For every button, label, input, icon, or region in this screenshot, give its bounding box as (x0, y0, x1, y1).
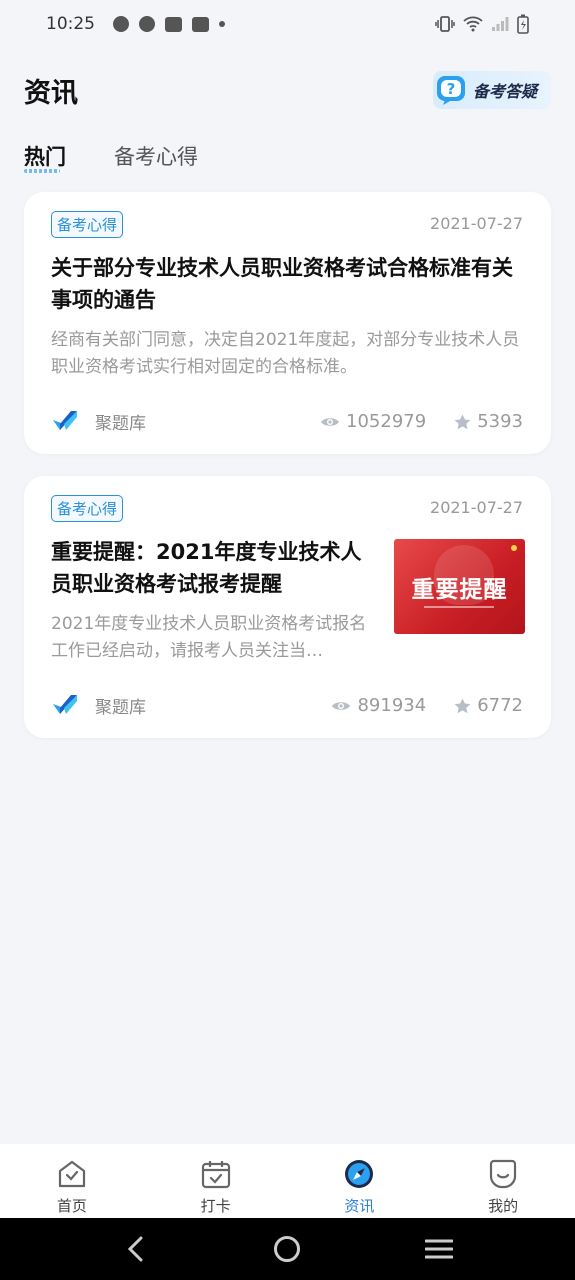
notification-app-icon (113, 16, 129, 32)
star-icon (454, 698, 471, 713)
nav-home[interactable]: 首页 (0, 1144, 144, 1218)
category-tabs: 热门 备考心得 (0, 132, 575, 180)
article-source: 聚题库 (51, 692, 146, 718)
view-count-value: 891934 (357, 695, 427, 716)
star-icon (454, 414, 471, 429)
nav-profile-label: 我的 (488, 1197, 519, 1215)
favorite-count: 6772 (454, 695, 523, 716)
article-date: 2021-07-27 (430, 498, 523, 517)
source-logo-icon (53, 695, 77, 714)
article-tag: 备考心得 (51, 495, 124, 522)
article-date: 2021-07-27 (430, 214, 523, 233)
vibrate-icon (435, 16, 455, 32)
article-stats: 1052979 5393 (320, 411, 523, 432)
eye-icon (332, 701, 351, 710)
thumbnail-dot (511, 545, 517, 551)
article-title: 关于部分专业技术人员职业资格考试合格标准有关事项的通告 (51, 256, 513, 312)
source-name: 聚题库 (95, 697, 146, 718)
notification-icons (113, 16, 225, 32)
more-notifications-dot-icon (219, 21, 225, 27)
thumbnail-text: 重要提醒 (411, 576, 508, 603)
system-menu-button[interactable] (409, 1224, 469, 1274)
view-count: 1052979 (320, 411, 426, 432)
favorite-count-value: 5393 (477, 411, 523, 432)
system-icons (435, 14, 529, 34)
signal-icon (492, 17, 509, 31)
nav-checkin-label: 打卡 (200, 1197, 231, 1215)
compass-icon (345, 1160, 374, 1188)
system-back-button[interactable] (106, 1224, 166, 1274)
battery-charging-icon (517, 14, 529, 34)
notification-bag-icon (165, 16, 182, 32)
view-count-value: 1052979 (346, 411, 427, 432)
status-bar: 10:25 (0, 0, 575, 48)
favorite-count-value: 6772 (477, 695, 523, 716)
nav-news[interactable]: 资讯 (288, 1144, 432, 1218)
nav-home-label: 首页 (56, 1197, 87, 1215)
tab-study-experience[interactable]: 备考心得 (114, 141, 198, 171)
thumbnail-underline (424, 606, 494, 608)
article-source: 聚题库 (51, 408, 146, 434)
nav-news-label: 资讯 (344, 1197, 375, 1215)
nav-checkin[interactable]: 打卡 (144, 1144, 288, 1218)
article-summary: 2021年度专业技术人员职业资格考试报名工作已经启动，请报考人员关注当… (51, 614, 367, 661)
status-time: 10:25 (46, 14, 95, 34)
bottom-navigation: 首页 打卡 资讯 我的 (0, 1144, 575, 1218)
article-thumbnail: 重要提醒 (394, 539, 525, 634)
article-card[interactable]: 备考心得 2021-07-27 重要提醒：2021年度专业技术人员职业资格考试报… (24, 476, 551, 738)
back-icon (127, 1236, 143, 1262)
eye-icon (321, 417, 340, 426)
question-bubble-icon: ? (437, 76, 465, 105)
page-title: 资讯 (24, 77, 78, 109)
page-header: 资讯 ? 备考答疑 (0, 60, 575, 120)
notification-gauge-icon (139, 16, 155, 32)
article-stats: 891934 6772 (331, 695, 523, 716)
source-name: 聚题库 (95, 413, 146, 434)
system-navigation-bar (0, 1218, 575, 1280)
home-circle-icon (274, 1236, 301, 1262)
home-icon (58, 1160, 85, 1188)
article-title: 重要提醒：2021年度专业技术人员职业资格考试报考提醒 (51, 540, 362, 596)
profile-icon (490, 1159, 517, 1189)
exam-qa-button[interactable]: ? 备考答疑 (433, 71, 551, 109)
svg-text:?: ? (447, 80, 456, 98)
calendar-check-icon (201, 1161, 230, 1189)
nav-profile[interactable]: 我的 (431, 1144, 575, 1218)
article-card[interactable]: 备考心得 2021-07-27 关于部分专业技术人员职业资格考试合格标准有关事项… (24, 192, 551, 454)
favorite-count: 5393 (454, 411, 523, 432)
menu-icon (425, 1239, 454, 1259)
tab-hot[interactable]: 热门 (24, 141, 66, 173)
exam-qa-label: 备考答疑 (473, 82, 538, 101)
source-logo-icon (53, 411, 77, 430)
article-summary: 经商有关部门同意，决定自2021年度起，对部分专业技术人员职业资格考试实行相对固… (51, 330, 520, 377)
system-home-button[interactable] (257, 1224, 317, 1274)
view-count: 891934 (331, 695, 426, 716)
article-tag: 备考心得 (51, 211, 124, 238)
notification-bag-icon (192, 16, 209, 32)
wifi-icon (463, 16, 483, 32)
